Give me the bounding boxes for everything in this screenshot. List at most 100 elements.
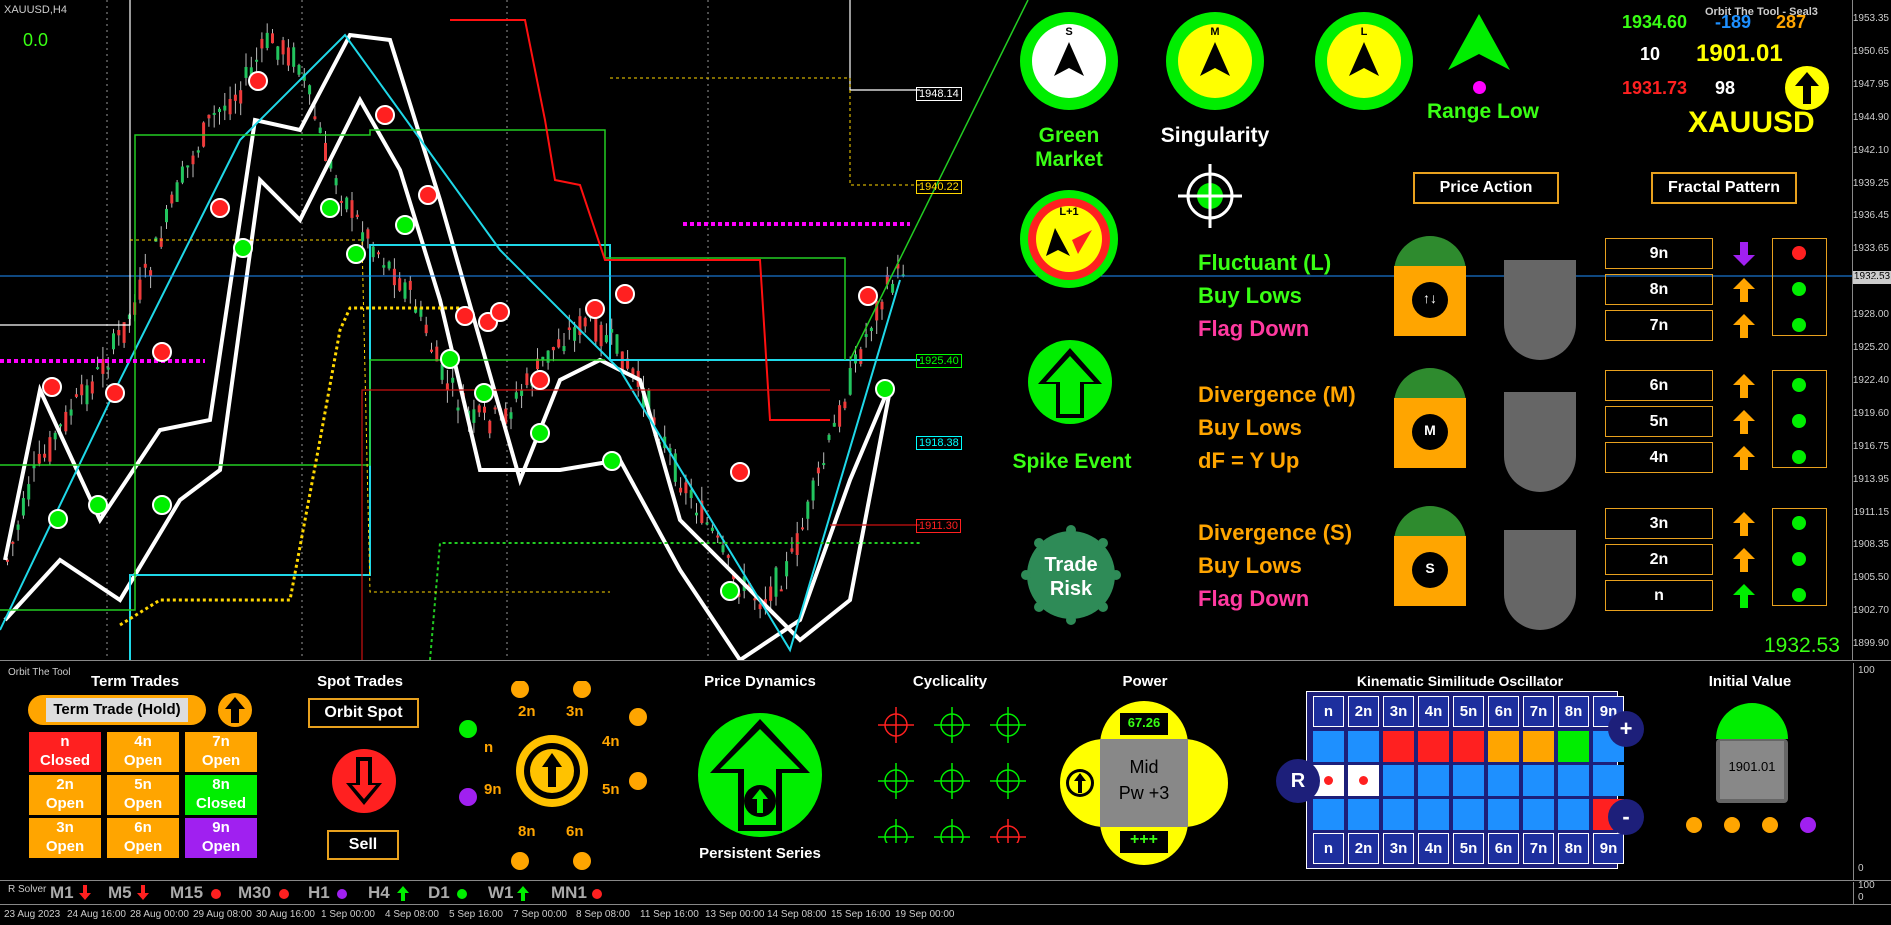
symbol-large: XAUUSD <box>1688 106 1815 139</box>
orbit-dial: 2n 3n 4n 5n 6n 8n 9n n <box>452 680 652 871</box>
price-chart[interactable]: XAUUSD,H4 0.0 1948.14 1940.22 1925.40 19… <box>0 0 1891 661</box>
initial-value-gauge: 1901.01 <box>1716 703 1788 803</box>
price-tick: 1905.50 <box>1852 572 1889 584</box>
price-tick: 1902.70 <box>1852 605 1889 617</box>
kso-minus-button[interactable]: - <box>1608 799 1644 835</box>
term-trade-cell[interactable]: 4n Open <box>106 731 180 773</box>
timeframe-m15[interactable]: M15 <box>170 883 203 903</box>
signal-light <box>1792 552 1806 566</box>
tf-scale: 100 0 <box>1853 880 1891 904</box>
term-trade-cell[interactable]: 6n Open <box>106 817 180 859</box>
stat-low: 1931.73 <box>1622 78 1688 98</box>
fractal-box[interactable]: n <box>1605 580 1713 611</box>
stat-price: 1901.01 <box>1696 40 1783 67</box>
fractal-box[interactable]: 4n <box>1605 442 1713 473</box>
stat-diff: -189 <box>1715 12 1752 32</box>
term-up-arrow-icon <box>218 693 252 727</box>
kso-cell <box>1523 765 1554 796</box>
kso-plus-button[interactable]: + <box>1608 711 1644 747</box>
kso-cell <box>1418 799 1449 830</box>
spike-event-icon[interactable] <box>1028 340 1112 424</box>
fractal-pattern-button[interactable]: Fractal Pattern <box>1651 172 1797 204</box>
price-action-button[interactable]: Price Action <box>1413 172 1559 204</box>
timeframe-mn1[interactable]: MN1 <box>551 883 587 903</box>
timeframe-m30[interactable]: M30 <box>238 883 271 903</box>
crosshair-icon <box>990 763 1026 799</box>
range-low-label: Range Low <box>1426 100 1539 123</box>
price-axis[interactable]: 1932.53 1953.35 1950.65 1947.95 1944.90 1942… <box>1852 0 1891 660</box>
indicator-panel: Orbit The Tool Term Trades Term Trade (H… <box>0 663 1891 881</box>
orbit-spot-button[interactable]: Orbit Spot <box>308 698 419 728</box>
stat-count: 287 <box>1776 12 1807 32</box>
term-cell-status: Open <box>201 838 241 855</box>
term-trade-cell[interactable]: 7n Open <box>184 731 258 773</box>
price-tick: 1922.40 <box>1852 374 1889 386</box>
singularity-compass-icon[interactable]: M <box>1166 12 1264 110</box>
timeframe-h4[interactable]: H4 <box>368 883 390 903</box>
up-arrow-icon <box>516 885 530 901</box>
status-dot-icon <box>591 885 605 901</box>
term-trade-cell[interactable]: n Closed <box>28 731 102 773</box>
section-gauge <box>1394 236 1466 336</box>
term-trade-hold-pill[interactable]: Term Trade (Hold) <box>28 695 206 725</box>
section-line: Fluctuant (L) <box>1198 250 1332 275</box>
fractal-box[interactable]: 6n <box>1605 370 1713 401</box>
date-tick: 8 Sep 08:00 <box>576 909 630 920</box>
fractal-box[interactable]: 8n <box>1605 274 1713 305</box>
kso-header-bottom: 4n <box>1418 833 1449 864</box>
fractal-box[interactable]: 9n <box>1605 238 1713 269</box>
term-trade-cell[interactable]: 2n Open <box>28 774 102 816</box>
kso-cell <box>1523 731 1554 762</box>
kso-title: Kinematic Similitude Oscillator <box>1356 673 1564 689</box>
trade-risk-button[interactable]: Trade Risk <box>1018 522 1124 628</box>
term-cell-label: 2n <box>56 776 74 793</box>
term-trade-cell[interactable]: 8n Closed <box>184 774 258 816</box>
section-line: dF = Y Up <box>1198 448 1300 473</box>
term-trade-cell[interactable]: 5n Open <box>106 774 180 816</box>
timeframe-m5[interactable]: M5 <box>108 883 132 903</box>
stat-98: 98 <box>1715 78 1736 98</box>
timeframe-w1[interactable]: W1 <box>488 883 514 903</box>
price-display: 1932.53 <box>1764 634 1840 657</box>
term-cell-label: 8n <box>212 776 230 793</box>
term-trade-cell[interactable]: 9n Open <box>184 817 258 859</box>
date-tick: 28 Aug 00:00 <box>130 909 189 920</box>
fractal-box[interactable]: 7n <box>1605 310 1713 341</box>
section-line: Flag Down <box>1198 316 1310 341</box>
term-cell-status: Open <box>123 795 163 812</box>
term-trade-cell[interactable]: 3n Open <box>28 817 102 859</box>
price-tick: 1942.10 <box>1852 144 1889 156</box>
sell-button[interactable]: Sell <box>327 830 399 860</box>
timeframe-d1[interactable]: D1 <box>428 883 450 903</box>
initial-value-title: Initial Value <box>1708 673 1792 690</box>
timeframe-m1[interactable]: M1 <box>50 883 74 903</box>
kso-header-top: 4n <box>1418 696 1449 727</box>
kso-r-button[interactable]: R <box>1276 759 1320 803</box>
lplus-compass-icon[interactable]: L+1 <box>1020 190 1118 288</box>
price-tick: 1947.95 <box>1852 78 1889 90</box>
term-trades-title: Term Trades <box>90 673 180 690</box>
crosshair-icon <box>878 707 914 743</box>
market-compass-icon[interactable]: S <box>1020 12 1118 110</box>
kso-cell <box>1523 799 1554 830</box>
timeframe-h1[interactable]: H1 <box>308 883 330 903</box>
signal-light <box>1792 282 1806 296</box>
section-bullet-gauge <box>1504 392 1576 492</box>
kso-header-bottom: 7n <box>1523 833 1554 864</box>
cyclicality-title: Cyclicality <box>912 673 988 690</box>
kso-cell <box>1383 731 1414 762</box>
signal-light <box>1792 588 1806 602</box>
range-compass-icon[interactable]: L <box>1315 12 1413 110</box>
fractal-box[interactable]: 3n <box>1605 508 1713 539</box>
signal-light <box>1792 414 1806 428</box>
time-axis[interactable]: 23 Aug 2023 24 Aug 16:00 28 Aug 00:00 29 Au… <box>0 905 1891 925</box>
kso-header-top: 7n <box>1523 696 1554 727</box>
status-dot-icon <box>210 885 224 901</box>
fractal-box[interactable]: 2n <box>1605 544 1713 575</box>
fractal-box[interactable]: 5n <box>1605 406 1713 437</box>
level-label-5: 1911.30 <box>916 519 961 533</box>
up-arrow-icon <box>1733 374 1755 398</box>
date-tick: 24 Aug 16:00 <box>67 909 126 920</box>
up-arrow-icon <box>1733 446 1755 470</box>
section-gauge <box>1394 368 1466 468</box>
